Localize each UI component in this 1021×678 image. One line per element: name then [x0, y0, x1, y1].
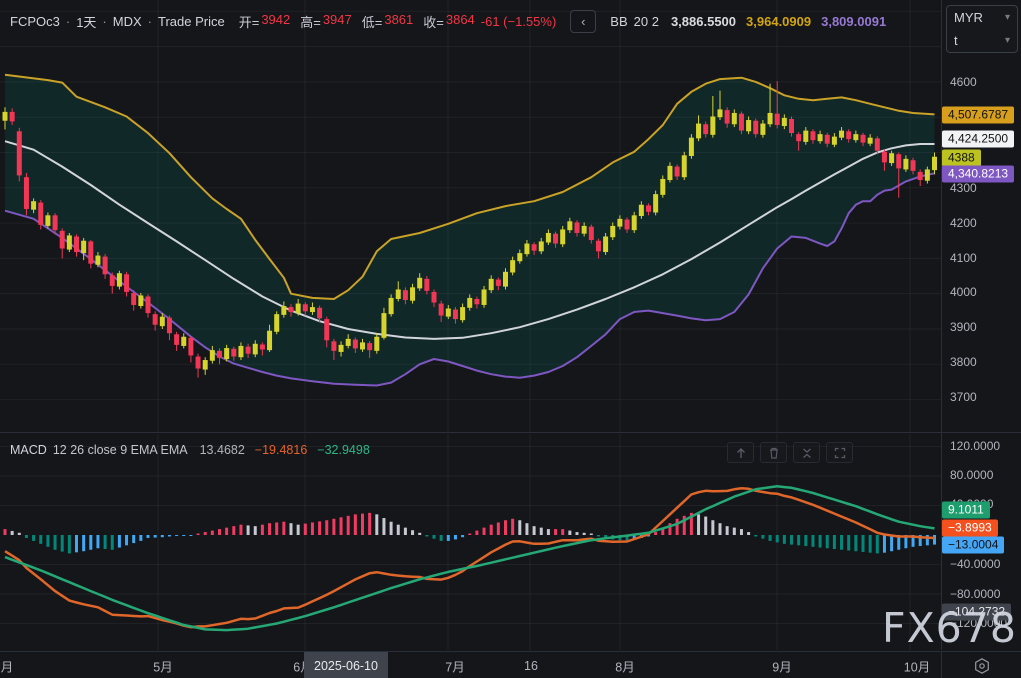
maximize-pane-button[interactable]: [826, 442, 853, 463]
main-price-pane[interactable]: FCPOc3 · 1天 · MDX · Trade Price 开=3942 高=…: [0, 0, 941, 432]
price-axis-tick: 120.0000: [950, 439, 1000, 453]
bb-value: 3,964.0909: [746, 14, 811, 29]
ohlc-value: 3947: [323, 12, 352, 31]
pane-separator[interactable]: [0, 432, 1021, 433]
price-axis-tick: 4100: [950, 251, 977, 265]
bb-value: 3,886.5500: [671, 14, 736, 29]
macd-chart-canvas[interactable]: [0, 434, 941, 650]
settings-icon[interactable]: [973, 657, 991, 675]
macd-value: 13.4682: [200, 443, 245, 457]
macd-histogram[interactable]: [4, 513, 937, 554]
pane-toolbar: [727, 442, 853, 463]
price-axis-tick: 3800: [950, 355, 977, 369]
symbol-name[interactable]: FCPOc3: [10, 14, 60, 29]
price-axis-tick: 3900: [950, 320, 977, 334]
time-axis-tick: 10月: [904, 656, 930, 675]
price-axis-tick: 4000: [950, 285, 977, 299]
macd-legend: MACD 12 26 close 9 EMA EMA 13.4682 −19.48…: [10, 443, 370, 457]
delete-pane-icon: [765, 444, 783, 462]
macd-line[interactable]: [5, 488, 935, 627]
time-axis-tick: 16: [524, 659, 538, 673]
symbol-legend: FCPOc3 · 1天 · MDX · Trade Price 开=3942 高=…: [10, 10, 886, 33]
collapse-pane-button[interactable]: [793, 442, 820, 463]
ohlc-label: 开=: [239, 12, 260, 31]
ohlc-label: 低=: [362, 12, 383, 31]
bb-value: 3,809.0091: [821, 14, 886, 29]
price-label-chip: −13.0004: [942, 537, 1004, 554]
macd-value: −19.4816: [255, 443, 307, 457]
price-axis-tick: −80.0000: [950, 587, 1000, 601]
ohlc-value: 3861: [384, 12, 413, 31]
ohlc-label: 高=: [300, 12, 321, 31]
candlestick-chart-canvas[interactable]: [0, 0, 941, 432]
time-axis-tick: 8月: [615, 656, 634, 675]
price-label-chip: 4,507.6787: [942, 107, 1014, 124]
macd-value: −32.9498: [317, 443, 369, 457]
ohlc-value: 3942: [261, 12, 290, 31]
macd-pane[interactable]: MACD 12 26 close 9 EMA EMA 13.4682 −19.48…: [0, 434, 941, 650]
currency-selector: MYR ▾ t ▾: [946, 5, 1018, 53]
trading-chart-window: FCPOc3 · 1天 · MDX · Trade Price 开=3942 高=…: [0, 0, 1021, 678]
chevron-down-icon: ▾: [1005, 12, 1010, 23]
price-label-chip: −104.2732: [942, 604, 1011, 621]
price-axis-tick: 4300: [950, 181, 977, 195]
exchange-label: MDX: [113, 14, 142, 29]
ohlc-value: 3864: [446, 12, 475, 31]
macd-indicator-name[interactable]: MACD: [10, 443, 47, 457]
macd-signal-line[interactable]: [5, 486, 935, 630]
time-axis[interactable]: 月5月6月7月168月9月10月2025-06-10: [0, 651, 1021, 678]
price-axis-tick: 80.0000: [950, 468, 993, 482]
price-label-chip: 9.1011: [942, 502, 990, 519]
separator-dot: ·: [148, 14, 152, 29]
macd-values-readout: 13.4682 −19.4816 −32.9498: [200, 443, 370, 457]
maximize-pane-icon: [831, 444, 849, 462]
series-type-label: Trade Price: [158, 14, 225, 29]
bb-indicator-name[interactable]: BB: [610, 14, 627, 29]
currency-dropdown[interactable]: MYR ▾: [947, 6, 1017, 29]
price-axis-tick: −40.0000: [950, 557, 1000, 571]
axis-corner: [941, 651, 1021, 678]
crosshair-date-chip: 2025-06-10: [304, 652, 388, 678]
time-axis-tick: 月: [1, 656, 14, 675]
price-label-chip: 4388: [942, 150, 981, 167]
bb-band-fill: [5, 75, 935, 386]
collapse-pane-icon: [798, 444, 816, 462]
bb-values-readout: 3,886.5500 3,964.0909 3,809.0091: [671, 14, 886, 29]
time-axis-tick: 7月: [445, 656, 464, 675]
price-axis[interactable]: 4600 4300 4200 4100 4000 3900 3800 3700 120.0000…: [941, 0, 1021, 650]
legend-collapse-button[interactable]: ‹: [570, 10, 596, 33]
price-axis-tick: 4600: [950, 75, 977, 89]
delete-pane-button[interactable]: [760, 442, 787, 463]
ohlc-label: 收=: [423, 12, 444, 31]
price-axis-tick: 4200: [950, 216, 977, 230]
move-pane-up-icon: [732, 444, 750, 462]
currency-value: MYR: [954, 10, 983, 25]
change-readout: -61 (−1.55%): [481, 14, 557, 29]
price-label-chip: −3.8993: [942, 520, 998, 537]
price-label-chip: 4,424.2500: [942, 131, 1014, 148]
ohlc-readout: 开=3942 高=3947 低=3861 收=3864: [231, 12, 475, 31]
price-label-chip: 4,340.8213: [942, 166, 1014, 183]
price-axis-tick: 3700: [950, 390, 977, 404]
unit-dropdown[interactable]: t ▾: [947, 29, 1017, 52]
unit-value: t: [954, 33, 958, 48]
interval-label[interactable]: 1天: [76, 12, 96, 31]
time-axis-tick: 5月: [153, 656, 172, 675]
chevron-down-icon: ▾: [1005, 35, 1010, 46]
time-axis-tick: 9月: [772, 656, 791, 675]
move-pane-up-button[interactable]: [727, 442, 754, 463]
bb-indicator-params: 20 2: [634, 14, 659, 29]
macd-indicator-params: 12 26 close 9 EMA EMA: [53, 443, 188, 457]
separator-dot: ·: [66, 14, 70, 29]
separator-dot: ·: [102, 14, 106, 29]
